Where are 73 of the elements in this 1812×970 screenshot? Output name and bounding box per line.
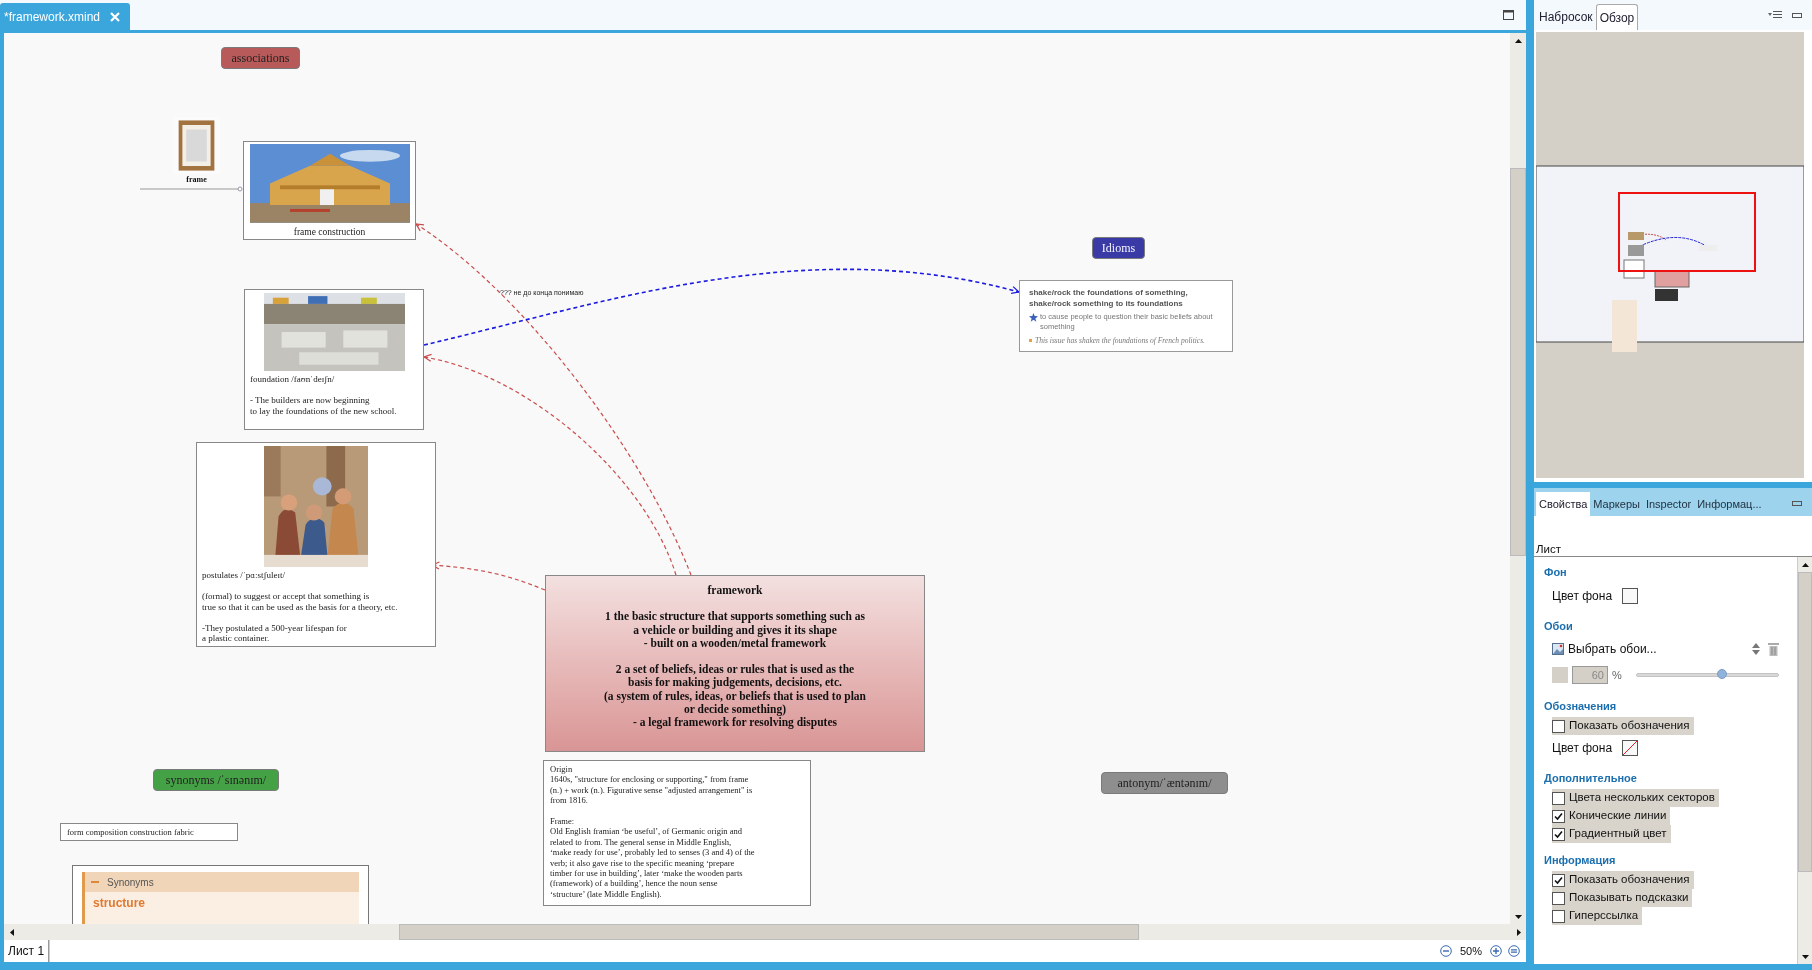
checkbox-option[interactable]: Градиентный цвет bbox=[1552, 825, 1671, 843]
checkbox-option[interactable]: Показать обозначения bbox=[1552, 717, 1694, 735]
fit-zoom-icon[interactable] bbox=[1508, 945, 1520, 957]
synonyms-header[interactable]: Synonyms bbox=[85, 872, 359, 892]
floating-topic: antonym/ˈæntənɪm/ bbox=[1101, 772, 1228, 794]
topic-text: frame construction bbox=[293, 225, 366, 239]
maximize-icon[interactable] bbox=[1503, 10, 1514, 20]
checkbox-option[interactable]: Конические линии bbox=[1552, 807, 1671, 825]
topic-label: frame bbox=[186, 175, 207, 185]
map-thumbnail-drawing[interactable] bbox=[1536, 32, 1804, 478]
slider-thumb[interactable] bbox=[1716, 669, 1727, 679]
panel-tab[interactable]: Информац... bbox=[1694, 492, 1765, 516]
panel-tab[interactable]: Маркеры bbox=[1590, 492, 1643, 516]
scroll-up-icon[interactable] bbox=[1514, 38, 1522, 43]
section-heading: Информация bbox=[1544, 852, 1617, 868]
color-swatch[interactable] bbox=[1622, 588, 1639, 604]
zoom-level: 50% bbox=[1459, 943, 1482, 959]
color-swatch[interactable] bbox=[1622, 740, 1639, 756]
zoom-in-icon[interactable] bbox=[1490, 945, 1502, 957]
synonym-entry: structure bbox=[92, 895, 146, 912]
field-label: Цвет фона bbox=[1552, 588, 1613, 605]
trash-icon[interactable] bbox=[1768, 642, 1779, 656]
floating-topic: synonyms /ˈsɪnənɪm/ bbox=[153, 769, 279, 791]
checkbox[interactable] bbox=[1552, 873, 1565, 887]
section-heading: Обозначения bbox=[1544, 698, 1618, 714]
star-icon bbox=[1029, 313, 1038, 322]
section-heading: Обои bbox=[1544, 618, 1574, 634]
minimize-icon[interactable] bbox=[1792, 13, 1802, 18]
scroll-up-icon[interactable] bbox=[1801, 562, 1809, 567]
idiom-title: shake/rock the foundations of something, shake/rock something to its foundations bbox=[1029, 287, 1189, 309]
field-label: Цвет фона bbox=[1552, 740, 1613, 757]
central-topic: framework 1 the basic structure that supports something such as a vehicle or building and gives it its shape - built on a wooden/metal framework 2 a set of beliefs, ideas or rules that is used as the basis for making judgements, decisions, etc. (a system of rules, ideas, or beliefs that is used to plan or decide something) - a legal framework for resolving disputes bbox=[545, 575, 925, 752]
scroll-left-icon[interactable] bbox=[9, 928, 14, 936]
panel-tab[interactable]: Inspector bbox=[1642, 492, 1695, 516]
panel-tab[interactable]: Свойства bbox=[1536, 492, 1591, 516]
topic-box: form composition construction fabric bbox=[60, 823, 238, 841]
topic-text: foundation /faʊnˈdeɪʃn/ - The builders are now beginning to lay the foundations of the new school. bbox=[250, 374, 398, 416]
picture-icon bbox=[1552, 643, 1564, 655]
vertical-scrollbar[interactable] bbox=[1510, 33, 1526, 924]
topic-box: Origin 1640s, "structure for enclosing or supporting," from frame (n.) + work (n.). Figurative sense "adjusted arrangement" is from 1816. Frame: Old English framian ‘be useful’, of Germanic origin and related to from. The general sense in Middle English, ‘make ready for use’, probably led to senses (3 and 4) of the verb; it also gave rise to the specific meaning ‘prepare timber for use in building’, later ‘make the wooden parts (framework) of a building’, hence the noun sense ‘structure’ (late Middle English). bbox=[543, 760, 811, 906]
checkbox[interactable] bbox=[1552, 809, 1565, 823]
panel-tab[interactable]: Набросок bbox=[1536, 4, 1596, 30]
checkbox-option[interactable]: Цвета нескольких секторов bbox=[1552, 789, 1719, 807]
section-heading: Дополнительное bbox=[1544, 770, 1638, 786]
checkbox[interactable] bbox=[1552, 791, 1565, 805]
vertical-scrollbar[interactable] bbox=[1797, 557, 1812, 964]
checkbox[interactable] bbox=[1552, 719, 1565, 733]
checkbox[interactable] bbox=[1552, 827, 1565, 841]
zoom-out-icon[interactable] bbox=[1439, 945, 1452, 957]
close-icon[interactable] bbox=[110, 11, 121, 22]
scroll-down-icon[interactable] bbox=[1801, 954, 1809, 959]
scroll-down-icon[interactable] bbox=[1514, 914, 1522, 919]
floating-topic: Idioms bbox=[1092, 237, 1145, 259]
horizontal-scrollbar[interactable] bbox=[4, 924, 1526, 940]
stepper-icon[interactable] bbox=[1752, 643, 1760, 655]
checkbox[interactable] bbox=[1552, 891, 1565, 905]
color-swatch[interactable] bbox=[1552, 667, 1568, 683]
topic-text: postulates /ˈpɑːstʃuleɪt/ (formal) to suggest or accept that something is true so that it can be used as the basis for a theory, etc. -They postulated a 500-year lifespan for a plastic container. bbox=[202, 570, 399, 644]
unit-label: % bbox=[1612, 667, 1622, 683]
checkbox[interactable] bbox=[1552, 909, 1565, 923]
view-menu-icon[interactable] bbox=[1768, 11, 1782, 19]
section-heading: Фон bbox=[1544, 564, 1568, 580]
panel-tab[interactable]: Обзор bbox=[1595, 4, 1639, 30]
wallpaper-picker[interactable]: Выбрать обои... bbox=[1568, 640, 1752, 658]
checkbox-option[interactable]: Показать обозначения bbox=[1552, 871, 1694, 889]
minimize-icon[interactable] bbox=[1792, 501, 1802, 506]
scroll-right-icon[interactable] bbox=[1516, 928, 1521, 936]
checkbox-option[interactable]: Показывать подсказки bbox=[1552, 889, 1693, 907]
floating-topic: associations bbox=[221, 47, 300, 69]
bullet-icon bbox=[1029, 339, 1032, 343]
header-label: Synonyms bbox=[107, 875, 154, 890]
sheet-heading: Лист bbox=[1534, 542, 1812, 557]
checkbox-option[interactable]: Гиперссылка bbox=[1552, 907, 1643, 925]
